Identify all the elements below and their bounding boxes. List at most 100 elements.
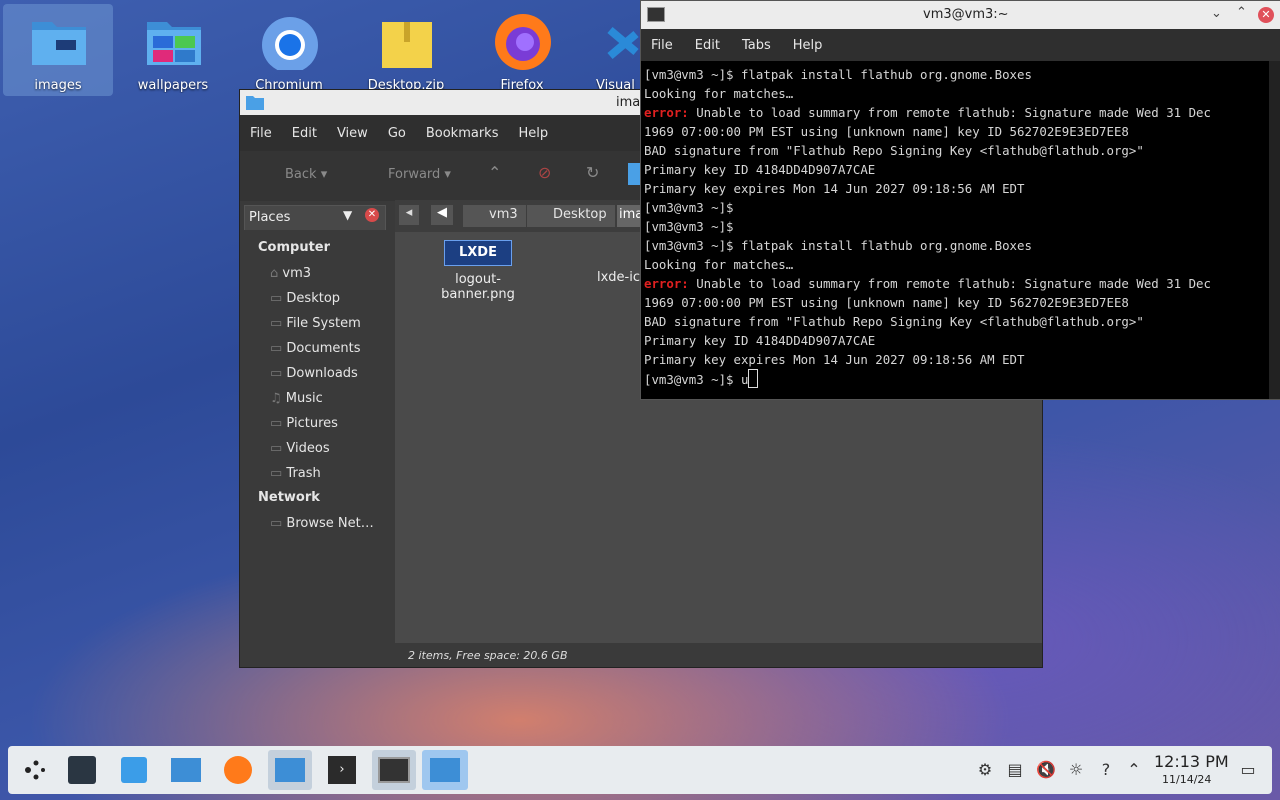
terminal-titlebar[interactable]: vm3@vm3:~ ⌄ ⌃ ✕ (641, 1, 1280, 29)
terminal-line: [vm3@vm3 ~]$ (644, 198, 1278, 217)
sidebar-item-desktop[interactable]: ▭ Desktop (270, 291, 340, 306)
menu-file[interactable]: File (651, 38, 673, 53)
sidebar-item-music[interactable]: ♫ Music (270, 391, 323, 406)
app-launcher-button[interactable] (12, 750, 56, 790)
terminal-line-text: [vm3@vm3 ~]$ flatpak install flathub org… (644, 238, 1032, 253)
taskbar-konsole[interactable]: › (320, 750, 364, 790)
desktop-icon-images[interactable]: images (3, 4, 113, 96)
menu-tabs[interactable]: Tabs (742, 38, 771, 53)
sidebar-item-file-system[interactable]: ▭ File System (270, 316, 361, 331)
terminal-line-text: [vm3@vm3 ~]$ (644, 200, 734, 215)
taskbar-folder-window[interactable] (422, 750, 468, 790)
path-left-button[interactable]: ◀ (431, 205, 453, 225)
up-arrow-icon[interactable]: ⌃ (488, 163, 501, 182)
forward-button[interactable]: Forward ▾ (388, 167, 451, 182)
menu-help[interactable]: Help (518, 126, 548, 141)
folder-icon (246, 96, 264, 110)
brightness-icon[interactable]: ☼ (1066, 760, 1086, 780)
text-cursor (748, 369, 759, 388)
desktop-icon-label: wallpapers (137, 78, 209, 93)
network-tray-icon[interactable]: ⚙ (975, 760, 995, 780)
terminal-scrollbar[interactable] (1269, 61, 1280, 399)
archive-icon (382, 22, 432, 68)
desktop-icon-wallpapers[interactable]: wallpapers (118, 4, 228, 96)
clock-date[interactable]: 11/14/24 (1162, 773, 1211, 786)
menu-help[interactable]: Help (793, 38, 823, 53)
terminal-line-text: Unable to load summary from remote flath… (688, 105, 1211, 120)
terminal-line: [vm3@vm3 ~]$ (644, 217, 1278, 236)
pictures-icon: ▭ (270, 416, 287, 431)
sidebar-item-browse-network[interactable]: ▭ Browse Net… (270, 516, 374, 531)
window-title: ima (616, 95, 641, 110)
clock-time[interactable]: 12:13 PM (1154, 752, 1229, 771)
reload-icon[interactable]: ↻ (586, 163, 599, 182)
maximize-button[interactable]: ⌃ (1236, 5, 1247, 20)
menu-go[interactable]: Go (388, 126, 406, 141)
menu-edit[interactable]: Edit (695, 38, 720, 53)
minimize-button[interactable]: ⌄ (1211, 6, 1222, 21)
taskbar-files[interactable] (164, 750, 208, 790)
menu-file[interactable]: File (250, 126, 272, 141)
sidebar-item-documents[interactable]: ▭ Documents (270, 341, 361, 356)
terminal-line-text: Looking for matches… (644, 257, 794, 272)
close-sidebar-icon[interactable]: ✕ (365, 208, 379, 222)
terminal-output[interactable]: [vm3@vm3 ~]$ flatpak install flathub org… (641, 61, 1280, 393)
app-launcher-icon (25, 760, 45, 780)
terminal-line: Primary key ID 4184DD4D907A7CAE (644, 331, 1278, 350)
taskbar-firefox[interactable] (216, 750, 260, 790)
taskbar-file-manager[interactable] (268, 750, 312, 790)
chevron-up-icon[interactable]: ⌃ (1124, 760, 1144, 780)
folder-icon (275, 758, 305, 782)
terminal-line-text: Primary key expires Mon 14 Jun 2027 09:1… (644, 352, 1025, 367)
menu-edit[interactable]: Edit (292, 126, 317, 141)
terminal-input[interactable]: u (741, 372, 748, 387)
menu-view[interactable]: View (337, 126, 368, 141)
clipboard-icon[interactable]: ▤ (1005, 760, 1025, 780)
show-desktop-icon[interactable]: ▭ (1238, 760, 1258, 780)
status-text: 2 items, Free space: 20.6 GB (408, 649, 568, 662)
taskbar-discover[interactable] (112, 750, 156, 790)
terminal-line: BAD signature from "Flathub Repo Signing… (644, 312, 1278, 331)
chevron-down-icon: ▾ (320, 167, 328, 182)
taskbar-settings[interactable] (60, 750, 104, 790)
vscode-icon (607, 26, 639, 60)
sidebar-item-videos[interactable]: ▭ Videos (270, 441, 330, 456)
terminal-line: 1969 07:00:00 PM EST using [unknown name… (644, 293, 1278, 312)
terminal-line-text: [vm3@vm3 ~]$ (644, 219, 734, 234)
sidebar-item-trash[interactable]: ▭ Trash (270, 466, 321, 481)
file-item[interactable]: LXDE logout-banner.png (423, 240, 533, 302)
terminal-line-text: 1969 07:00:00 PM EST using [unknown name… (644, 124, 1129, 139)
desktop-icon-chromium[interactable]: Chromium (234, 4, 344, 96)
sidebar-item-downloads[interactable]: ▭ Downloads (270, 366, 358, 381)
terminal-menubar: File Edit Tabs Help (641, 29, 1280, 61)
back-button[interactable]: Back ▾ (285, 167, 327, 182)
desktop-icon-desktop-zip[interactable]: Desktop.zip (351, 4, 461, 96)
desktop-icon-firefox[interactable]: Firefox (467, 4, 577, 96)
help-icon[interactable]: ? (1096, 760, 1116, 780)
terminal-line-text: Primary key ID 4184DD4D907A7CAE (644, 333, 876, 348)
terminal-line: Primary key expires Mon 14 Jun 2027 09:1… (644, 350, 1278, 369)
path-segment-desktop[interactable]: Desktop (527, 205, 615, 227)
terminal-line-text: Looking for matches… (644, 86, 794, 101)
terminal-window[interactable]: vm3@vm3:~ ⌄ ⌃ ✕ File Edit Tabs Help [vm3… (640, 0, 1280, 400)
file-name: logout-banner.png (441, 272, 515, 302)
stop-icon[interactable]: ⊘ (538, 163, 551, 182)
terminal-line-text: BAD signature from "Flathub Repo Signing… (644, 143, 1144, 158)
terminal-line: error: Unable to load summary from remot… (644, 274, 1278, 293)
close-button[interactable]: ✕ (1258, 7, 1274, 23)
terminal-line: [vm3@vm3 ~]$ flatpak install flathub org… (644, 236, 1278, 255)
path-segment-vm3[interactable]: vm3 (463, 205, 526, 227)
sidebar-item-pictures[interactable]: ▭ Pictures (270, 416, 338, 431)
settings-icon (68, 756, 96, 784)
terminal-icon: › (328, 756, 356, 784)
path-prev-icon[interactable]: ◂ (399, 205, 419, 225)
sidebar-item-vm3[interactable]: ⌂ vm3 (270, 266, 311, 281)
taskbar-terminal[interactable] (372, 750, 416, 790)
terminal-prompt-line[interactable]: [vm3@vm3 ~]$ u (644, 369, 1278, 389)
terminal-icon (647, 7, 665, 22)
desktop-icon-visual[interactable]: Visual (582, 4, 642, 96)
volume-muted-icon[interactable]: 🔇 (1036, 760, 1056, 780)
menu-bookmarks[interactable]: Bookmarks (426, 126, 499, 141)
download-icon: ▭ (270, 366, 287, 381)
network-icon: ▭ (270, 516, 287, 531)
